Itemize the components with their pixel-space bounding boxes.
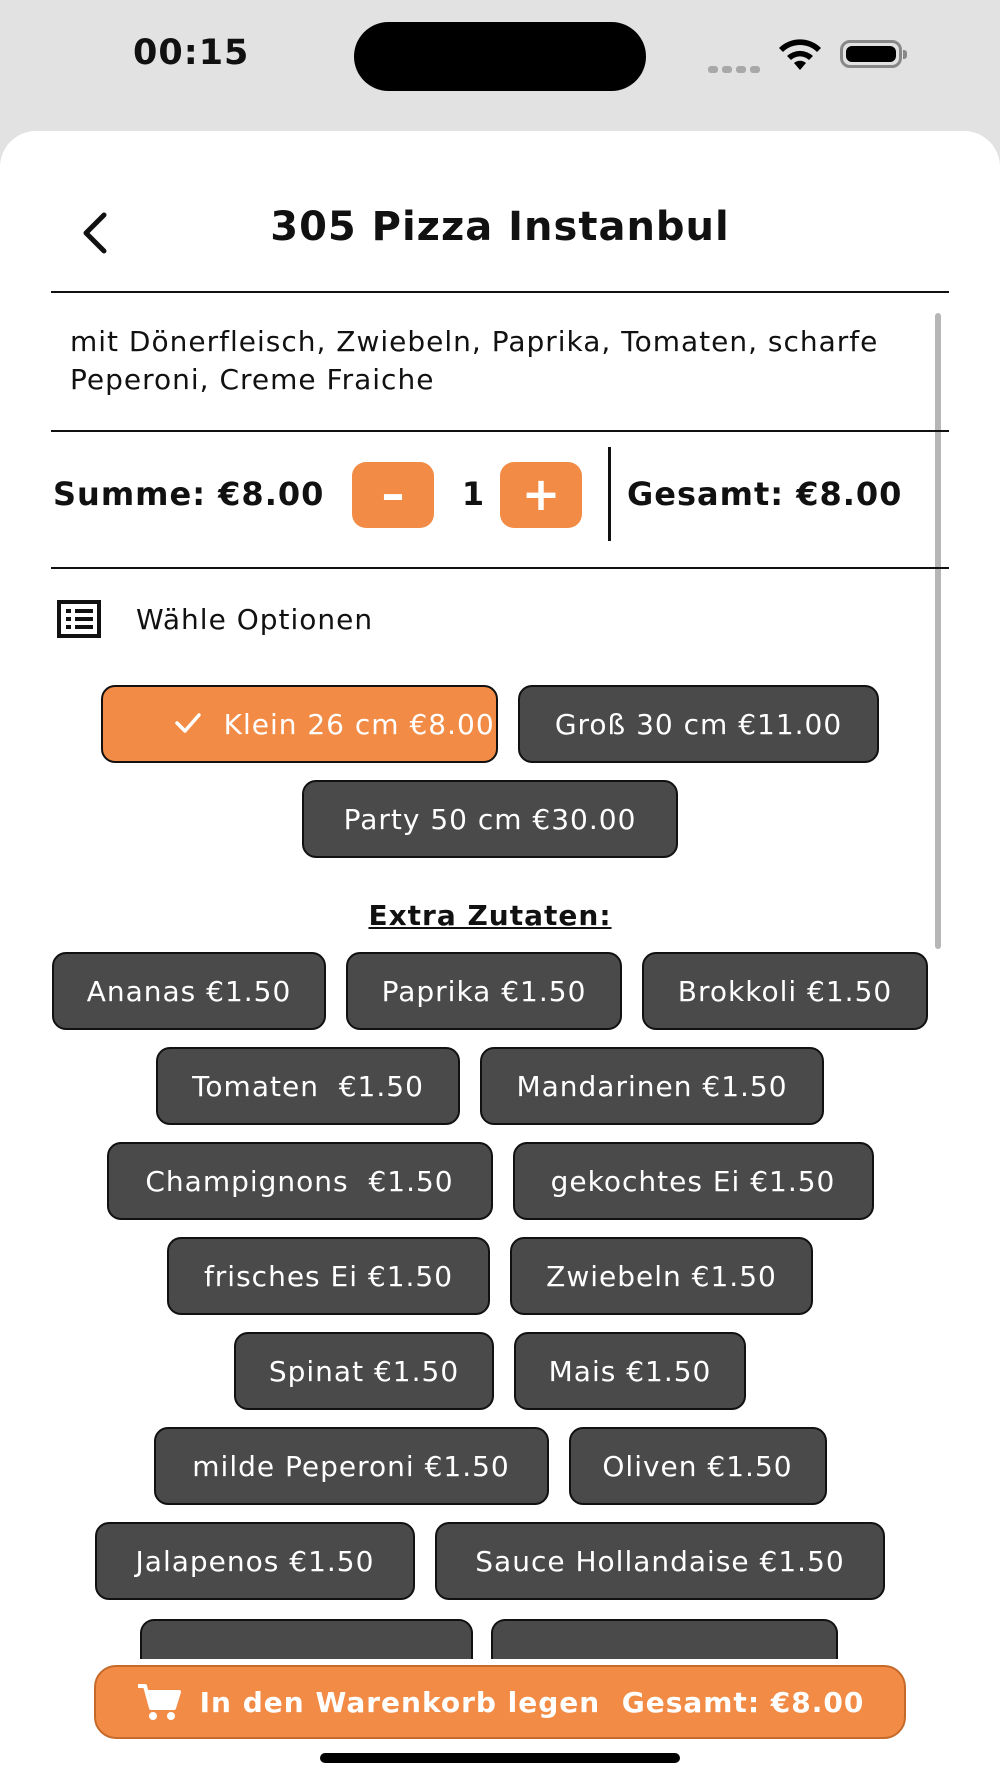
divider (51, 567, 949, 569)
wifi-icon (776, 38, 824, 76)
extra-chip-mais[interactable]: Mais €1.50 (514, 1332, 746, 1410)
extra-chip-partial[interactable] (491, 1619, 838, 1659)
cart-icon (136, 1682, 182, 1722)
sum-label: Summe: €8.00 (53, 475, 325, 513)
extra-chip-partial[interactable] (140, 1619, 473, 1659)
status-time: 00:15 (133, 33, 250, 73)
extra-chip-paprika[interactable]: Paprika €1.50 (346, 952, 622, 1030)
cellular-signal-icon (708, 58, 764, 77)
extra-chip-sauce-hollandaise[interactable]: Sauce Hollandaise €1.50 (435, 1522, 885, 1600)
product-description: mit Dönerfleisch, Zwiebeln, Paprika, Tom… (70, 325, 879, 396)
extra-chip-ananas[interactable]: Ananas €1.50 (52, 952, 326, 1030)
extras-row: frisches Ei €1.50 Zwiebeln €1.50 (0, 1237, 980, 1315)
decrease-button[interactable]: – (352, 462, 434, 528)
extra-chip-frisches-ei[interactable]: frisches Ei €1.50 (167, 1237, 490, 1315)
extras-row: Jalapenos €1.50 Sauce Hollandaise €1.50 (0, 1522, 980, 1600)
extra-chip-jalapenos[interactable]: Jalapenos €1.50 (95, 1522, 415, 1600)
page-title: 305 Pizza Instanbul (270, 204, 730, 250)
list-icon (56, 599, 102, 639)
extras-row: Ananas €1.50 Paprika €1.50 Brokkoli €1.5… (0, 952, 980, 1030)
status-bar: 00:15 (0, 0, 1000, 130)
dynamic-island (354, 22, 646, 91)
size-option-party[interactable]: Party 50 cm €30.00 (302, 780, 678, 858)
extras-row: milde Peperoni €1.50 Oliven €1.50 (0, 1427, 980, 1505)
extras-row: Tomaten €1.50 Mandarinen €1.50 (0, 1047, 980, 1125)
increase-button[interactable]: + (500, 462, 582, 528)
divider (51, 291, 949, 293)
extra-chip-oliven[interactable]: Oliven €1.50 (568, 1427, 827, 1505)
extra-chip-zwiebeln[interactable]: Zwiebeln €1.50 (510, 1237, 813, 1315)
size-option-label: Klein 26 cm €8.00 (223, 707, 495, 741)
home-indicator[interactable] (320, 1753, 680, 1763)
extra-chip-brokkoli[interactable]: Brokkoli €1.50 (642, 952, 928, 1030)
size-option-label: Party 50 cm €30.00 (343, 802, 637, 836)
add-to-cart-button[interactable]: In den Warenkorb legen Gesamt: €8.00 (94, 1665, 906, 1739)
size-options: Party 50 cm €30.00 (0, 780, 980, 858)
extras-row: Champignons €1.50 gekochtes Ei €1.50 (0, 1142, 980, 1220)
total-label: Gesamt: €8.00 (627, 475, 903, 513)
size-option-gross[interactable]: Groß 30 cm €11.00 (518, 685, 879, 763)
product-sheet: 305 Pizza Instanbul mit Dönerfleisch, Zw… (0, 131, 1000, 1778)
extras-row: Spinat €1.50 Mais €1.50 (0, 1332, 980, 1410)
extra-chip-gekochtes-ei[interactable]: gekochtes Ei €1.50 (512, 1142, 874, 1220)
check-icon (94, 675, 201, 774)
extras-title: Extra Zutaten: (368, 899, 612, 932)
add-to-cart-label: In den Warenkorb legen Gesamt: €8.00 (199, 1685, 865, 1719)
size-option-klein[interactable]: Klein 26 cm €8.00 (101, 685, 498, 763)
extra-chip-champignons[interactable]: Champignons €1.50 (106, 1142, 493, 1220)
options-label: Wähle Optionen (136, 603, 374, 636)
size-options: Klein 26 cm €8.00 Groß 30 cm €11.00 (0, 685, 980, 763)
size-option-label: Groß 30 cm €11.00 (554, 707, 843, 741)
battery-icon (840, 40, 907, 68)
extra-chip-tomaten[interactable]: Tomaten €1.50 (156, 1047, 460, 1125)
vertical-divider (608, 447, 611, 541)
extra-chip-spinat[interactable]: Spinat €1.50 (234, 1332, 494, 1410)
quantity-value: 1 (461, 475, 485, 513)
extra-chip-mandarinen[interactable]: Mandarinen €1.50 (480, 1047, 824, 1125)
extra-chip-milde-peperoni[interactable]: milde Peperoni €1.50 (153, 1427, 549, 1505)
quantity-row: Summe: €8.00 – 1 + Gesamt: €8.00 (0, 431, 1000, 571)
